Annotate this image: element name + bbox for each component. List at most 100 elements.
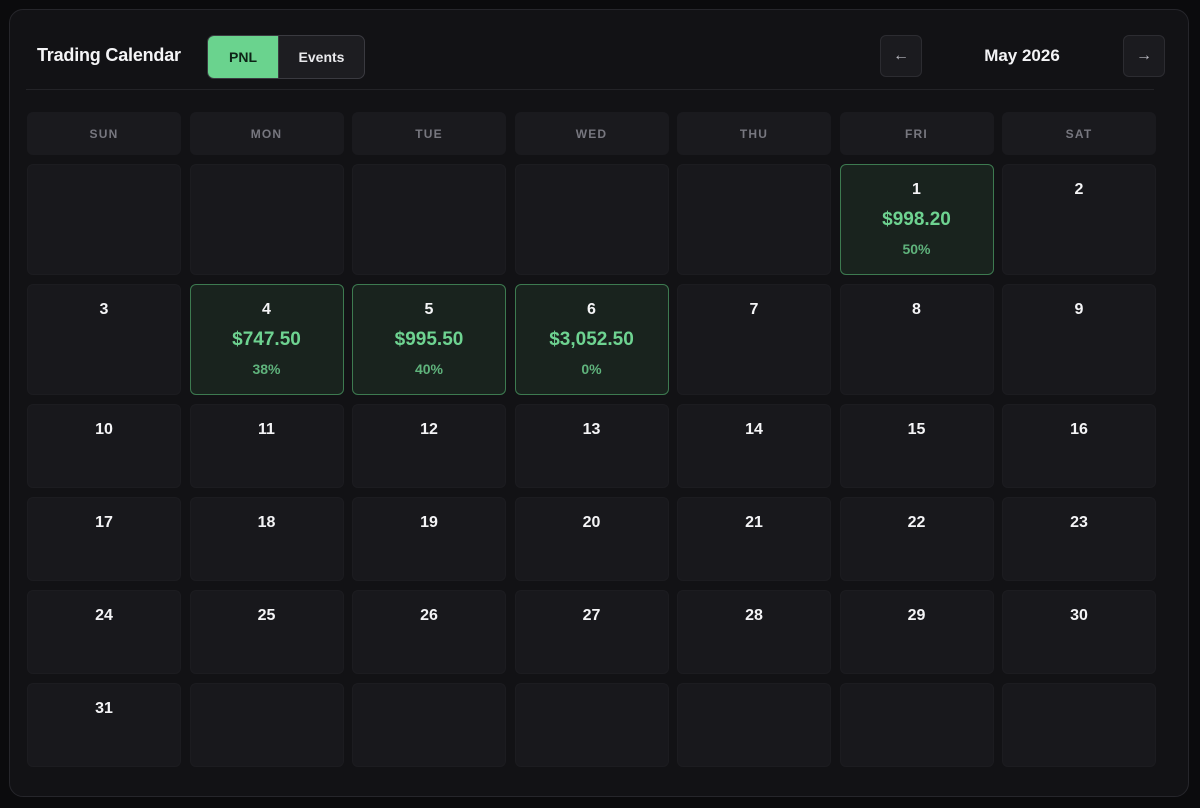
empty-day-cell [839,683,994,767]
day-number: 4 [262,301,271,318]
day-number: 14 [745,421,763,438]
empty-day-cell [514,164,669,275]
prev-month-button[interactable]: ← [880,35,922,77]
empty-day-cell [677,683,831,767]
day-number: 13 [582,421,601,438]
day-number: 8 [912,301,921,318]
pnl-percent: 38% [252,361,281,377]
weekday-mon: MON [189,112,344,155]
day-number: 2 [1074,181,1084,198]
day-cell[interactable]: 20 [514,497,669,581]
arrow-left-icon: ← [893,47,909,64]
day-cell[interactable]: 12 [352,404,506,488]
day-cell[interactable]: 25 [189,590,344,674]
calendar-grid: 1 $998.20 50% 2 3 4 $747.50 38% 5 $995.50 40% 6 $3,0… [27,164,1156,767]
day-number: 11 [258,421,275,438]
pnl-amount: $3,052.50 [549,329,634,350]
day-number: 21 [745,514,763,531]
day-cell[interactable]: 31 [27,683,181,767]
day-cell[interactable]: 10 [27,404,181,488]
day-cell[interactable]: 21 [677,497,831,581]
empty-day-cell [189,164,344,275]
weekday-header-row: SUN MON TUE WED THU FRI SAT [27,112,1156,155]
day-cell-pnl[interactable]: 5 $995.50 40% [352,284,506,395]
day-cell[interactable]: 14 [677,404,831,488]
weekday-tue: TUE [352,112,506,155]
day-cell[interactable]: 22 [839,497,994,581]
pnl-percent: 50% [902,241,931,257]
day-number: 23 [1070,514,1088,531]
day-cell-pnl[interactable]: 1 $998.20 50% [839,164,994,275]
weekday-wed: WED [514,112,669,155]
empty-day-cell [677,164,831,275]
day-cell[interactable]: 7 [677,284,831,395]
pnl-toggle-button[interactable]: PNL [208,36,278,78]
day-cell[interactable]: 27 [514,590,669,674]
next-month-button[interactable]: → [1123,35,1165,77]
empty-day-cell [1002,683,1156,767]
pnl-percent: 0% [581,361,602,377]
weekday-fri: FRI [839,112,994,155]
day-cell[interactable]: 13 [514,404,669,488]
empty-day-cell [189,683,344,767]
day-number: 24 [95,607,113,624]
weekday-thu: THU [677,112,831,155]
day-number: 25 [257,607,276,624]
day-number: 20 [582,514,601,531]
weekday-sun: SUN [27,112,181,155]
pnl-amount: $998.20 [882,209,951,230]
day-number: 5 [424,301,434,318]
day-cell[interactable]: 17 [27,497,181,581]
empty-day-cell [514,683,669,767]
day-cell-pnl[interactable]: 6 $3,052.50 0% [514,284,669,395]
day-number: 7 [749,301,759,318]
calendar-week-row: 1 $998.20 50% 2 [27,164,1156,275]
pnl-amount: $995.50 [394,329,464,350]
day-cell[interactable]: 11 [189,404,344,488]
day-cell[interactable]: 2 [1002,164,1156,275]
day-cell[interactable]: 24 [27,590,181,674]
day-number: 3 [99,301,109,318]
day-number: 31 [95,700,113,717]
day-number: 18 [257,514,276,531]
calendar-week-row: 3 4 $747.50 38% 5 $995.50 40% 6 $3,052.50 0% 7 8 9 [27,284,1156,395]
calendar-week-row: 10 11 12 13 14 15 16 [27,404,1156,488]
pnl-amount: $747.50 [232,329,301,350]
view-toggle: PNL Events [207,35,365,79]
day-number: 30 [1070,607,1088,624]
day-number: 17 [95,514,113,531]
day-number: 26 [420,607,438,624]
events-toggle-button[interactable]: Events [278,36,364,78]
day-number: 28 [745,607,763,624]
calendar-week-row: 17 18 19 20 21 22 23 [27,497,1156,581]
empty-day-cell [352,683,506,767]
day-number: 15 [907,421,926,438]
day-number: 27 [582,607,601,624]
calendar-week-row: 31 [27,683,1156,767]
day-cell[interactable]: 8 [839,284,994,395]
day-cell[interactable]: 19 [352,497,506,581]
page-title: Trading Calendar [37,45,181,65]
day-cell[interactable]: 15 [839,404,994,488]
day-cell[interactable]: 16 [1002,404,1156,488]
day-cell[interactable]: 30 [1002,590,1156,674]
pnl-percent: 40% [414,361,444,377]
day-cell[interactable]: 29 [839,590,994,674]
day-cell[interactable]: 23 [1002,497,1156,581]
day-cell[interactable]: 3 [27,284,181,395]
day-number: 19 [420,514,438,531]
empty-day-cell [352,164,506,275]
day-number: 6 [587,301,596,318]
day-cell[interactable]: 28 [677,590,831,674]
day-number: 1 [912,181,921,198]
day-cell-pnl[interactable]: 4 $747.50 38% [189,284,344,395]
day-cell[interactable]: 18 [189,497,344,581]
day-number: 22 [907,514,926,531]
calendar-header: Trading Calendar PNL Events ← May 2026 → [36,35,1166,79]
day-cell[interactable]: 9 [1002,284,1156,395]
arrow-right-icon: → [1136,47,1152,64]
day-number: 9 [1074,301,1084,318]
day-number: 16 [1070,421,1088,438]
month-label: May 2026 [984,46,1060,65]
day-cell[interactable]: 26 [352,590,506,674]
